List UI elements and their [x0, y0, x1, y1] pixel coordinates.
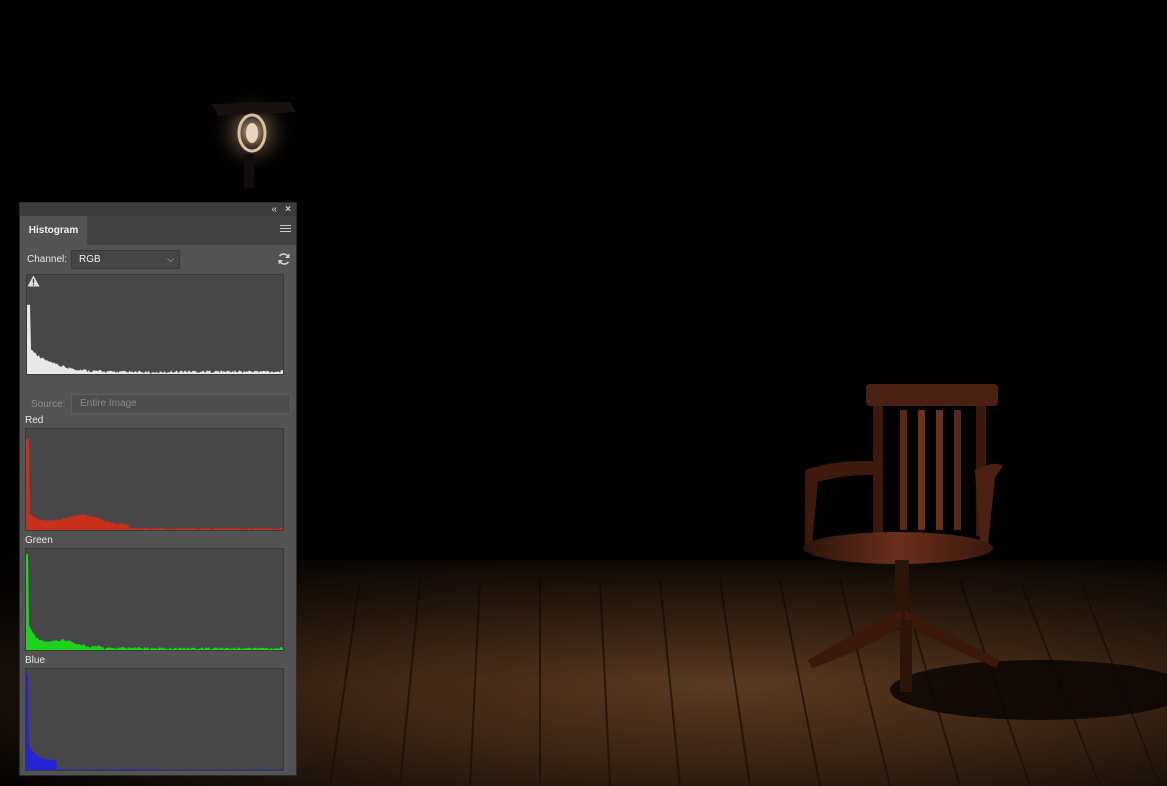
blue-histogram	[25, 668, 284, 771]
composite-histogram	[26, 274, 284, 375]
chevron-down-icon: ⌵	[167, 254, 174, 264]
channel-select[interactable]: RGB ⌵	[71, 250, 180, 269]
histogram-panel: « × Histogram Channel: RGB ⌵ Source: Ent…	[19, 202, 297, 776]
collapse-panel-button[interactable]: «	[271, 203, 276, 216]
red-channel-label: Red	[25, 415, 44, 426]
red-histogram-graph	[26, 439, 283, 530]
panel-menu-icon[interactable]	[280, 225, 291, 235]
channel-label: Channel:	[27, 254, 68, 265]
refresh-icon[interactable]	[277, 252, 291, 266]
green-channel-label: Green	[25, 535, 53, 546]
channel-select-value: RGB	[79, 254, 101, 265]
green-histogram	[25, 548, 284, 651]
green-histogram-graph	[26, 554, 283, 650]
composite-histogram-graph	[27, 304, 283, 374]
panel-title-bar[interactable]: « ×	[20, 203, 296, 216]
blue-histogram-graph	[26, 674, 283, 770]
cache-warning-icon[interactable]	[27, 275, 40, 287]
red-histogram	[25, 428, 284, 531]
tab-histogram[interactable]: Histogram	[20, 216, 87, 245]
source-row: Source: Entire Image	[27, 394, 291, 415]
channel-row: Channel: RGB ⌵	[27, 250, 291, 270]
blue-channel-label: Blue	[25, 655, 46, 666]
close-panel-button[interactable]: ×	[285, 203, 291, 216]
spotlight-lamp	[210, 90, 296, 188]
source-label: Source:	[31, 399, 66, 410]
panel-tab-strip: Histogram	[20, 216, 296, 245]
source-select[interactable]: Entire Image	[71, 394, 291, 414]
